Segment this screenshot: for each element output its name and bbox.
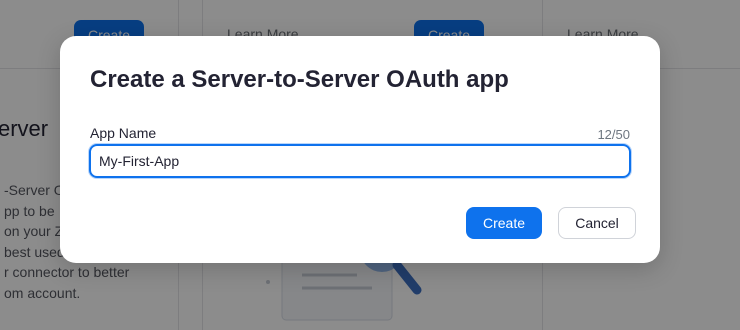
char-counter: 12/50: [597, 127, 630, 142]
app-name-input[interactable]: [91, 146, 629, 176]
app-name-field-wrapper: [89, 144, 631, 178]
dialog-title: Create a Server-to-Server OAuth app: [90, 66, 509, 93]
create-app-dialog: Create a Server-to-Server OAuth app App …: [60, 36, 660, 263]
cancel-button[interactable]: Cancel: [558, 207, 636, 239]
create-button[interactable]: Create: [466, 207, 542, 239]
app-name-label: App Name: [90, 125, 157, 141]
